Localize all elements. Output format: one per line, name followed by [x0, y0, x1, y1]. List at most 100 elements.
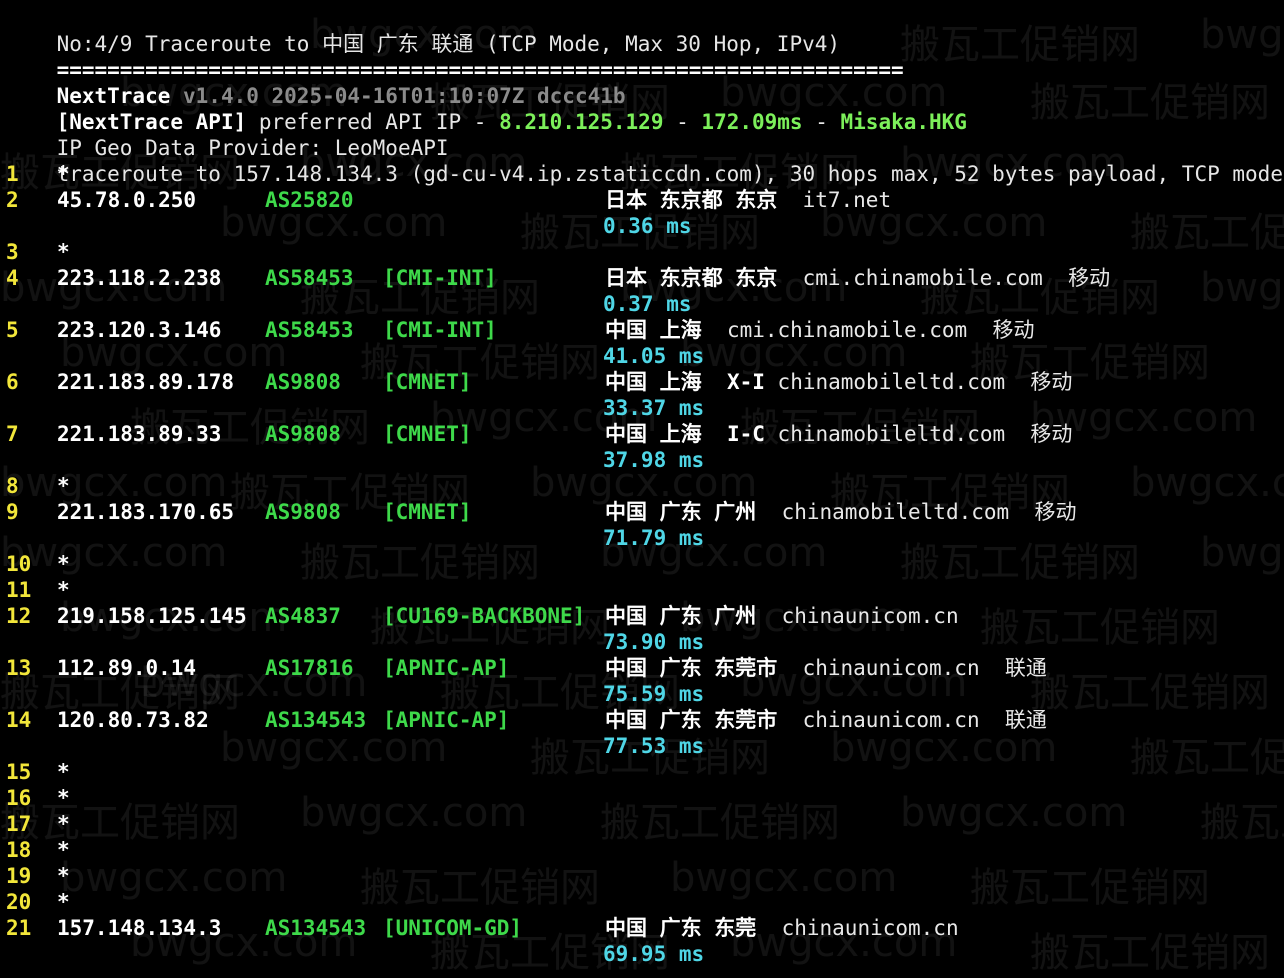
hop-location: 中国 广东 广州 chinaunicom.cn — [605, 603, 959, 629]
hop-geo: 日本 东京都 东京 — [605, 188, 778, 212]
hop-asn: AS17816 — [265, 656, 354, 680]
hop-hostname: chinaunicom.cn — [781, 916, 959, 940]
hop-geo: 中国 上海 — [605, 370, 702, 394]
hop-network-tag: [CMNET] — [383, 370, 472, 394]
traceroute-text: traceroute to 157.148.134.3 (gd-cu-v4.ip… — [56, 162, 1283, 186]
hop-rtt: 37.98 ms — [603, 448, 705, 472]
hop-asn: AS25820 — [265, 188, 354, 212]
hop-number: 9 — [6, 500, 19, 524]
hop-code: I-C — [726, 422, 765, 446]
hop-number: 19 — [6, 864, 32, 888]
hop-location: 中国 上海 X-I chinamobileltd.com 移动 — [605, 369, 1072, 395]
watermark-text: 搬瓦工促销网 — [1030, 80, 1270, 126]
hop-timeout: * — [57, 890, 70, 914]
hop-rtt: 0.37 ms — [603, 292, 692, 316]
hop-ip: 223.118.2.238 — [57, 266, 222, 290]
hop-timeout: * — [57, 786, 70, 810]
hop-hostname: chinaunicom.cn — [781, 604, 959, 628]
hop-isp: 移动 — [1068, 266, 1111, 290]
hop-timeout: * — [57, 474, 70, 498]
hop-hostname: chinamobileltd.com — [781, 500, 1010, 524]
hop-location: 日本 东京都 东京 it7.net — [605, 187, 891, 213]
hop-isp: 移动 — [1030, 422, 1073, 446]
hop-hostname: chinaunicom.cn — [802, 656, 980, 680]
watermark-text: bwgcx.com — [670, 855, 898, 901]
watermark-text: 搬瓦工促销网 — [300, 540, 540, 586]
hop-location: 日本 东京都 东京 cmi.chinamobile.com 移动 — [605, 265, 1110, 291]
hop-network-tag: [CMI-INT] — [383, 318, 497, 342]
hop-rtt: 0.36 ms — [603, 214, 692, 238]
watermark-text: 搬瓦工促销网 — [1200, 800, 1284, 846]
api-dash-1: - — [663, 110, 702, 134]
hop-number: 18 — [6, 838, 32, 862]
hop-number: 14 — [6, 708, 32, 732]
hop-number: 17 — [6, 812, 32, 836]
watermark-text: bwgcx.com — [60, 855, 288, 901]
watermark-text: bwgcx.com — [1200, 12, 1284, 58]
hop-geo: 中国 广东 东莞市 — [605, 708, 778, 732]
hop-hostname: it7.net — [802, 188, 892, 212]
hop-number: 15 — [6, 760, 32, 784]
watermark-text: 搬瓦工促销网 — [600, 800, 840, 846]
hop-hostname: chinaunicom.cn — [802, 708, 980, 732]
watermark-text: bwgcx.com — [300, 790, 528, 836]
hop-rtt: 75.59 ms — [603, 682, 705, 706]
watermark-text: 搬瓦工促销网 — [1130, 210, 1284, 256]
hop-ip: 221.183.89.178 — [57, 370, 235, 394]
hop-hostname: chinamobileltd.com — [777, 370, 1006, 394]
hop-geo: 中国 上海 — [605, 422, 702, 446]
hop-hostname: cmi.chinamobile.com — [802, 266, 1043, 290]
hop-number: 5 — [6, 318, 19, 342]
hop-asn: AS9808 — [265, 422, 341, 446]
watermark-text: 搬瓦工促销网 — [360, 865, 600, 911]
hop-asn: AS58453 — [265, 266, 354, 290]
watermark-text: 搬瓦工促销网 — [980, 605, 1220, 651]
hop-ip: 223.120.3.146 — [57, 318, 222, 342]
watermark-text: 搬瓦工促销网 — [1130, 735, 1284, 781]
hop-timeout: * — [57, 760, 70, 784]
watermark-text: 搬瓦工促销网 — [0, 800, 240, 846]
watermark-text: 搬瓦工促销网 — [900, 22, 1140, 68]
watermark-text: bwgcx.com — [1200, 265, 1284, 311]
hop-number: 16 — [6, 786, 32, 810]
hop-number: 7 — [6, 422, 19, 446]
hop-network-tag: [APNIC-AP] — [383, 656, 510, 680]
hop-network-tag: [APNIC-AP] — [383, 708, 510, 732]
hop-isp: 联通 — [1004, 708, 1047, 732]
api-latency: 172.09ms — [701, 110, 803, 134]
title-line: No:4/9 Traceroute to 中国 广东 联通 (TCP Mode,… — [6, 5, 840, 56]
hop-network-tag: [CMI-INT] — [383, 266, 497, 290]
hop-isp: 移动 — [1030, 370, 1073, 394]
hop-network-tag: [UNICOM-GD] — [383, 916, 523, 940]
hop-timeout: * — [57, 578, 70, 602]
hop-ip: 221.183.170.65 — [57, 500, 235, 524]
geo-provider-line: IP Geo Data Provider: LeoMoeAPI — [6, 109, 449, 160]
api-dash-2: - — [802, 110, 841, 134]
api-ip: 8.210.125.129 — [499, 110, 664, 134]
hop-rtt: 69.95 ms — [603, 942, 705, 966]
hop-number: 12 — [6, 604, 32, 628]
hop-location: 中国 广东 广州 chinamobileltd.com 移动 — [605, 499, 1076, 525]
hop-timeout: * — [57, 552, 70, 576]
hop-network-tag: [CMNET] — [383, 500, 472, 524]
hop-isp: 移动 — [1034, 500, 1077, 524]
separator-line: ========================================… — [6, 31, 904, 82]
hop-geo: 日本 东京都 东京 — [605, 266, 778, 290]
hop-isp: 联通 — [1004, 656, 1047, 680]
hop-number: 4 — [6, 266, 19, 290]
hop-hostname: chinamobileltd.com — [777, 422, 1006, 446]
hop-location: 中国 广东 东莞市 chinaunicom.cn 联通 — [605, 655, 1047, 681]
hop-location: 中国 上海 I-C chinamobileltd.com 移动 — [605, 421, 1072, 447]
hop-asn: AS134543 — [265, 708, 367, 732]
watermark-text: bwgcx.com — [1200, 530, 1284, 576]
hop-number: 6 — [6, 370, 19, 394]
hop-asn: AS9808 — [265, 500, 341, 524]
hop-number: 10 — [6, 552, 32, 576]
hop-asn: AS134543 — [265, 916, 367, 940]
hop-number: 11 — [6, 578, 32, 602]
watermark-text: 搬瓦工促销网 — [1030, 930, 1270, 976]
version-line: NextTrace v1.4.0 2025-04-16T01:10:07Z dc… — [6, 57, 626, 108]
hop-geo: 中国 广东 东莞市 — [605, 656, 778, 680]
hop-number: 20 — [6, 890, 32, 914]
hop-ip: 45.78.0.250 — [57, 188, 197, 212]
